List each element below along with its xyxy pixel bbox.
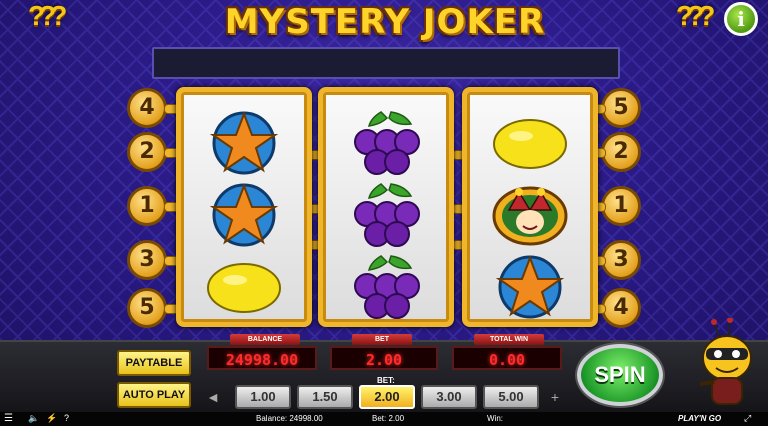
status-bet: Bet: 2.00 (372, 414, 405, 423)
bet-display: 2.00 (330, 346, 438, 370)
question-marks-left: ??? (28, 0, 67, 31)
reel-3 (462, 87, 598, 327)
payline-marker-left-1: 1 (127, 186, 167, 226)
autoplay-button[interactable]: AUTO PLAY (117, 382, 191, 408)
bet-option-button[interactable]: 2.00 (359, 385, 415, 409)
payline-marker-left-3: 3 (127, 240, 167, 280)
lemon-symbol (485, 108, 575, 178)
bet-increase-button[interactable]: + (545, 385, 565, 409)
star-symbol (199, 180, 289, 250)
balance-display: 24998.00 (207, 346, 317, 370)
info-button[interactable]: i (724, 2, 758, 36)
fullscreen-icon[interactable]: ⤢ (744, 413, 751, 424)
reel-2 (318, 87, 454, 327)
payline-marker-left-5: 5 (127, 288, 167, 328)
reel-1 (176, 87, 312, 327)
star-symbol (199, 108, 289, 178)
status-balance: Balance: 24998.00 (256, 414, 323, 423)
payline-marker-right-2: 2 (601, 132, 641, 172)
message-bar (152, 47, 620, 79)
bet-option-button[interactable]: 3.00 (421, 385, 477, 409)
joker-mascot (699, 318, 752, 405)
bet-option-button[interactable]: 5.00 (483, 385, 539, 409)
bet-option-button[interactable]: 1.50 (297, 385, 353, 409)
payline-marker-right-3: 3 (601, 240, 641, 280)
payline-marker-left-4: 4 (127, 88, 167, 128)
bet-decrease-button[interactable]: ◄ (203, 385, 223, 409)
star-symbol (485, 252, 575, 322)
plum-symbol (341, 108, 431, 178)
brand-logo: PLAY'N GO (678, 414, 722, 423)
plum-symbol (341, 252, 431, 322)
joker-symbol (485, 180, 575, 250)
sound-icon[interactable]: 🔈 (28, 413, 39, 424)
status-bar: ☰ 🔈 ⚡ ? Balance: 24998.00 Bet: 2.00 Win:… (0, 412, 768, 426)
bet-label: BET (352, 334, 412, 345)
paytable-button[interactable]: PAYTABLE (117, 350, 191, 376)
plum-symbol (341, 180, 431, 250)
status-win: Win: (487, 414, 503, 423)
question-marks-right: ??? (676, 0, 715, 31)
total-win-display: 0.00 (452, 346, 562, 370)
total-win-label: TOTAL WIN (474, 334, 544, 345)
payline-marker-left-2: 2 (127, 132, 167, 172)
payline-marker-right-1: 1 (601, 186, 641, 226)
bet-option-button[interactable]: 1.00 (235, 385, 291, 409)
balance-label: BALANCE (230, 334, 300, 345)
help-icon[interactable]: ? (64, 413, 69, 423)
payline-marker-right-4: 4 (601, 288, 641, 328)
spin-button[interactable]: SPIN (577, 344, 663, 406)
lemon-symbol (199, 252, 289, 322)
bet-selector-label: BET: (377, 376, 395, 385)
turbo-icon[interactable]: ⚡ (46, 413, 57, 424)
game-title: MYSTERY JOKER (224, 2, 546, 42)
menu-icon[interactable]: ☰ (4, 413, 13, 424)
payline-marker-right-5: 5 (601, 88, 641, 128)
